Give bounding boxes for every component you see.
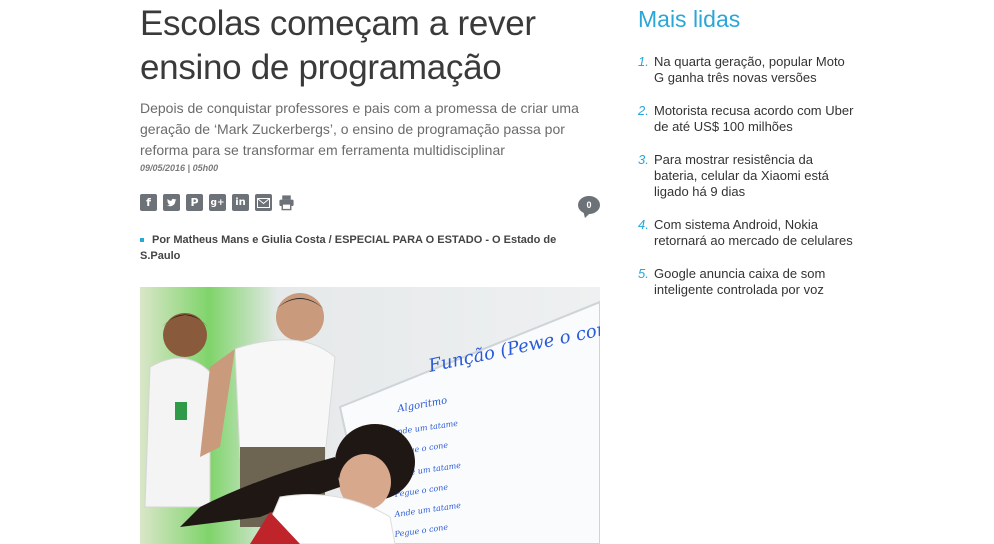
most-read-item[interactable]: 2. Motorista recusa acordo com Uber de at… xyxy=(638,103,858,135)
most-read-item[interactable]: 4. Com sistema Android, Nokia retornará a… xyxy=(638,217,858,249)
email-icon[interactable] xyxy=(255,194,272,211)
item-number: 4. xyxy=(638,217,649,232)
most-read-item[interactable]: 5. Google anuncia caixa de som inteligent… xyxy=(638,266,858,298)
bullet-icon xyxy=(140,238,144,243)
item-link[interactable]: Na quarta geração, popular Moto G ganha … xyxy=(654,54,845,85)
twitter-icon[interactable] xyxy=(163,194,180,211)
item-number: 2. xyxy=(638,103,649,118)
item-link[interactable]: Motorista recusa acordo com Uber de até … xyxy=(654,103,853,134)
pinterest-icon[interactable]: P xyxy=(186,194,203,211)
most-read-list: 1. Na quarta geração, popular Moto G ganh… xyxy=(638,54,858,315)
share-bar: f P g+ in xyxy=(140,194,295,211)
googleplus-icon[interactable]: g+ xyxy=(209,194,226,211)
most-read-item[interactable]: 1. Na quarta geração, popular Moto G ganh… xyxy=(638,54,858,86)
most-read-item[interactable]: 3. Para mostrar resistência da bateria, c… xyxy=(638,152,858,200)
item-number: 1. xyxy=(638,54,649,69)
classroom-photo: Função (Pewe o cone Algoritmo Ande um ta… xyxy=(140,287,600,544)
comment-count: 0 xyxy=(586,200,592,210)
print-icon[interactable] xyxy=(278,194,295,211)
sidebar-title: Mais lidas xyxy=(638,6,741,32)
publish-date: 09/05/2016 | 05h00 xyxy=(140,163,219,173)
item-link[interactable]: Para mostrar resistência da bateria, cel… xyxy=(654,152,829,199)
item-link[interactable]: Google anuncia caixa de som inteligente … xyxy=(654,266,825,297)
byline-text: Por Matheus Mans e Giulia Costa / ESPECI… xyxy=(140,234,557,262)
article-title: Escolas começam a rever ensino de progra… xyxy=(140,4,536,87)
item-number: 5. xyxy=(638,266,649,281)
article-photo: Função (Pewe o cone Algoritmo Ande um ta… xyxy=(140,287,600,544)
linkedin-icon[interactable]: in xyxy=(232,194,249,211)
item-link[interactable]: Com sistema Android, Nokia retornará ao … xyxy=(654,217,853,248)
facebook-icon[interactable]: f xyxy=(140,194,157,211)
article-subtitle: Depois de conquistar professores e pais … xyxy=(140,100,579,158)
byline: Por Matheus Mans e Giulia Costa / ESPECI… xyxy=(140,232,560,264)
comment-count-badge[interactable]: 0 xyxy=(578,196,600,214)
item-number: 3. xyxy=(638,152,649,167)
